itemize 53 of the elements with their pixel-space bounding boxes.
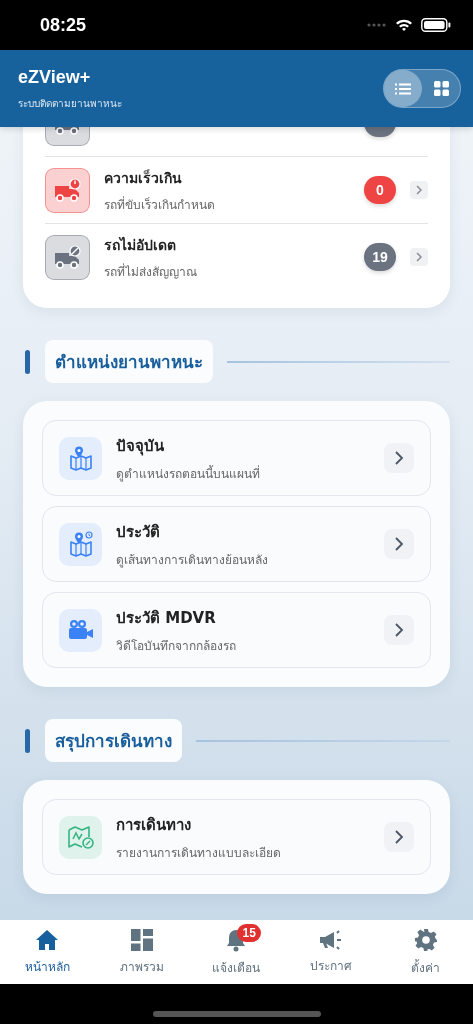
status-subtitle: รถที่ขับเร็วเกินกำหนด <box>104 195 216 214</box>
chevron-button[interactable] <box>410 248 428 266</box>
nav-tab[interactable]: 15 แจ้งเตือน <box>189 920 284 984</box>
status-time: 08:25 <box>40 14 87 36</box>
menu-item[interactable]: ประวัติ MDVR วิดีโอบันทึกจากกล้องรถ <box>42 592 431 668</box>
menu-item[interactable]: ประวัติ ดูเส้นทางการเดินทางย้อนหลัง <box>42 506 431 582</box>
home-icon <box>35 928 60 951</box>
map-icon <box>59 522 102 566</box>
list-icon <box>395 82 411 95</box>
battery-icon <box>421 18 451 32</box>
chevron-icon <box>415 184 423 196</box>
menu-title: ประวัติ MDVR <box>116 607 217 629</box>
camera-icon <box>59 608 102 652</box>
menu-item[interactable]: ปัจจุบัน ดูตำแหน่งรถตอนนี้บนแผนที่ <box>42 420 431 496</box>
menu-title: ปัจจุบัน <box>116 435 165 458</box>
menu-subtitle: วิดีโอบันทึกจากกล้องรถ <box>116 637 237 655</box>
status-subtitle: รถที่ไม่ส่งสัญญาณ <box>104 262 198 281</box>
menu-subtitle: ดูเส้นทางการเดินทางย้อนหลัง <box>116 551 269 569</box>
nav-tab[interactable]: ตั้งค่า <box>378 920 473 984</box>
chevron-icon <box>384 529 414 559</box>
settings-icon <box>413 927 438 952</box>
section-title: สรุปการเดินทาง <box>45 719 182 762</box>
chevron-icon <box>384 615 414 645</box>
dashboard-icon <box>130 928 153 951</box>
map-icon <box>59 436 102 480</box>
grid-icon <box>433 81 449 96</box>
megaphone-icon <box>319 929 344 950</box>
chevron-icon <box>384 443 414 473</box>
status-title: รถไม่อัปเดต <box>104 235 177 255</box>
count-badge: 0 <box>364 176 396 204</box>
nav-tab[interactable]: หน้าหลัก <box>0 920 95 984</box>
menu-title: ประวัติ <box>116 521 161 543</box>
menu-subtitle: ดูตำแหน่งรถตอนนี้บนแผนที่ <box>116 464 261 483</box>
accent-bar <box>25 349 30 374</box>
map-icon <box>59 815 102 859</box>
nav-tab[interactable]: ภาพรวม <box>94 920 190 984</box>
chevron-icon <box>415 251 423 263</box>
section-title: ตำแหน่งยานพาหนะ <box>45 340 213 383</box>
chevron-button[interactable] <box>410 181 428 199</box>
menu-item[interactable]: การเดินทาง รายงานการเดินทางแบบละเอียด <box>42 799 431 875</box>
app-title: eZView+ <box>18 66 92 88</box>
status-title: ความเร็วเกิน <box>104 168 183 188</box>
menu-title: การเดินทาง <box>116 814 192 836</box>
notification-badge: 15 <box>237 924 261 942</box>
accent-bar <box>25 728 30 753</box>
nav-tab[interactable]: ประกาศ <box>283 920 379 984</box>
list-view-button[interactable] <box>384 70 422 107</box>
wifi-icon <box>395 18 413 32</box>
menu-subtitle: รายงานการเดินทางแบบละเอียด <box>116 844 282 862</box>
chevron-icon <box>384 822 414 852</box>
app-subtitle: ระบบติดตามยานพาหนะ <box>18 96 122 111</box>
signal-dots-icon <box>367 23 387 27</box>
count-badge: 19 <box>364 243 396 271</box>
